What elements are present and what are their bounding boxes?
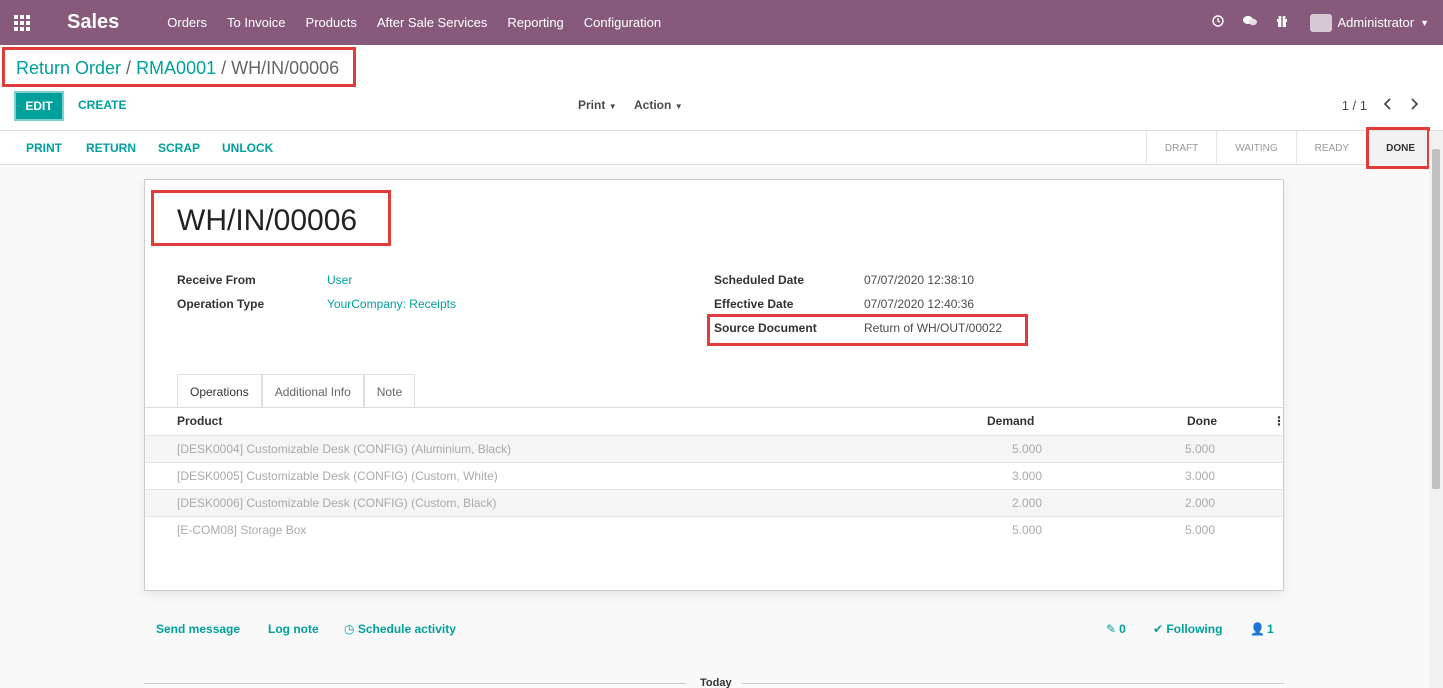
caret-down-icon: ▼ (608, 102, 617, 111)
main-menu: Orders To Invoice Products After Sale Se… (167, 15, 681, 30)
effective-date-label: Effective Date (714, 297, 794, 311)
chat-icon[interactable] (1234, 15, 1266, 30)
app-name: Sales (67, 11, 120, 33)
user-name: Administrator (1337, 15, 1415, 30)
edit-button[interactable]: EDIT (14, 91, 64, 121)
row-product: [DESK0006] Customizable Desk (CONFIG) (C… (177, 496, 497, 510)
followers-count: 1 (1266, 622, 1274, 636)
chevron-right-icon[interactable] (1409, 98, 1419, 113)
navbar-systray: Administrator ▼ (1202, 0, 1429, 45)
send-message-button[interactable]: Send message (156, 622, 240, 636)
user-icon: 👤 (1250, 622, 1265, 636)
column-done[interactable]: Done (1187, 414, 1217, 428)
row-demand: 3.000 (1012, 469, 1043, 483)
avatar (1309, 13, 1332, 32)
stage-ready[interactable]: READY (1295, 131, 1367, 165)
receive-from-label: Receive From (177, 273, 256, 287)
attachments-button[interactable]: ✎ 0 (1106, 622, 1126, 636)
notebook-tabs: Operations Additional Info Note (177, 374, 416, 408)
schedule-activity-label: Schedule activity (357, 622, 456, 636)
user-menu[interactable]: Administrator ▼ (1309, 13, 1429, 32)
check-icon: ✔ (1153, 622, 1164, 636)
schedule-activity-button[interactable]: ◷ Schedule activity (344, 622, 456, 636)
clock-icon: ◷ (344, 622, 355, 636)
row-demand: 2.000 (1012, 496, 1043, 510)
scrap-button[interactable]: SCRAP (158, 141, 200, 155)
paperclip-icon: ✎ (1106, 622, 1117, 636)
column-options-icon[interactable]: ⋮ (1273, 414, 1285, 428)
control-panel: Return Order / RMA0001/WH/IN/00006 EDIT CR… (0, 45, 1443, 131)
attachments-count: 0 (1119, 622, 1126, 636)
tab-operations[interactable]: Operations (177, 374, 262, 408)
menu-orders[interactable]: Orders (167, 15, 207, 30)
pager-value[interactable]: 1 / 1 (1342, 98, 1367, 113)
tabs-divider (145, 407, 1283, 408)
caret-down-icon: ▼ (674, 102, 683, 111)
row-product: [E-COM08] Storage Box (177, 523, 307, 537)
date-separator: Today (696, 677, 736, 688)
column-product[interactable]: Product (177, 414, 222, 428)
highlight-title (151, 190, 391, 246)
table-row[interactable]: [E-COM08] Storage Box 5.000 5.000 (145, 516, 1283, 543)
highlight-source-document (707, 314, 1028, 346)
following-button[interactable]: ✔ Following (1153, 622, 1222, 636)
apps-menu-icon[interactable] (14, 14, 30, 31)
tab-additional-info[interactable]: Additional Info (261, 374, 364, 408)
menu-reporting[interactable]: Reporting (507, 15, 563, 30)
statusbar: PRINT RETURN SCRAP UNLOCK DRAFT WAITING … (0, 131, 1443, 165)
receive-from-value[interactable]: User (327, 273, 352, 287)
table-row[interactable]: [DESK0004] Customizable Desk (CONFIG) (A… (145, 435, 1283, 462)
row-done: 5.000 (1185, 523, 1216, 537)
top-navbar: Sales Orders To Invoice Products After S… (0, 0, 1443, 45)
print-button[interactable]: PRINT (26, 141, 62, 155)
menu-products[interactable]: Products (306, 15, 357, 30)
row-done: 5.000 (1185, 442, 1216, 456)
scheduled-date-label: Scheduled Date (714, 273, 805, 287)
row-demand: 5.000 (1012, 442, 1043, 456)
following-label: Following (1166, 622, 1223, 636)
highlight-done-stage (1366, 127, 1430, 169)
table-row[interactable]: [DESK0006] Customizable Desk (CONFIG) (C… (145, 489, 1283, 516)
gift-icon[interactable] (1266, 15, 1298, 30)
return-button[interactable]: RETURN (86, 141, 136, 155)
menu-configuration[interactable]: Configuration (584, 15, 661, 30)
column-demand[interactable]: Demand (987, 414, 1034, 428)
unlock-button[interactable]: UNLOCK (222, 141, 273, 155)
action-dropdown-label: Action (634, 98, 672, 112)
scrollbar[interactable] (1429, 131, 1443, 688)
action-dropdown[interactable]: Action ▼ (634, 98, 683, 112)
table-row[interactable]: [DESK0005] Customizable Desk (CONFIG) (C… (145, 462, 1283, 489)
scrollbar-thumb[interactable] (1432, 149, 1440, 489)
divider (742, 683, 1284, 684)
row-done: 2.000 (1185, 496, 1216, 510)
row-product: [DESK0004] Customizable Desk (CONFIG) (A… (177, 442, 512, 456)
chevron-left-icon[interactable] (1383, 98, 1393, 113)
operation-type-label: Operation Type (177, 297, 265, 311)
stage-waiting[interactable]: WAITING (1216, 131, 1295, 165)
highlight-breadcrumb (2, 47, 356, 87)
tab-note[interactable]: Note (363, 374, 416, 408)
followers-button[interactable]: 👤 1 (1250, 622, 1274, 636)
log-note-button[interactable]: Log note (268, 622, 319, 636)
stage-draft[interactable]: DRAFT (1145, 131, 1216, 165)
clock-icon[interactable] (1202, 15, 1234, 30)
effective-date-value: 07/07/2020 12:40:36 (864, 297, 975, 311)
menu-to-invoice[interactable]: To Invoice (227, 15, 286, 30)
caret-down-icon: ▼ (1420, 17, 1429, 28)
print-dropdown[interactable]: Print ▼ (578, 98, 617, 112)
row-done: 3.000 (1185, 469, 1216, 483)
pager: 1 / 1 (1342, 98, 1419, 113)
menu-after-sale-services[interactable]: After Sale Services (377, 15, 488, 30)
print-dropdown-label: Print (578, 98, 606, 112)
row-demand: 5.000 (1012, 523, 1043, 537)
operation-type-value[interactable]: YourCompany: Receipts (327, 297, 456, 311)
row-product: [DESK0005] Customizable Desk (CONFIG) (C… (177, 469, 498, 483)
divider (144, 683, 686, 684)
create-button[interactable]: CREATE (78, 98, 126, 112)
scheduled-date-value: 07/07/2020 12:38:10 (864, 273, 975, 287)
